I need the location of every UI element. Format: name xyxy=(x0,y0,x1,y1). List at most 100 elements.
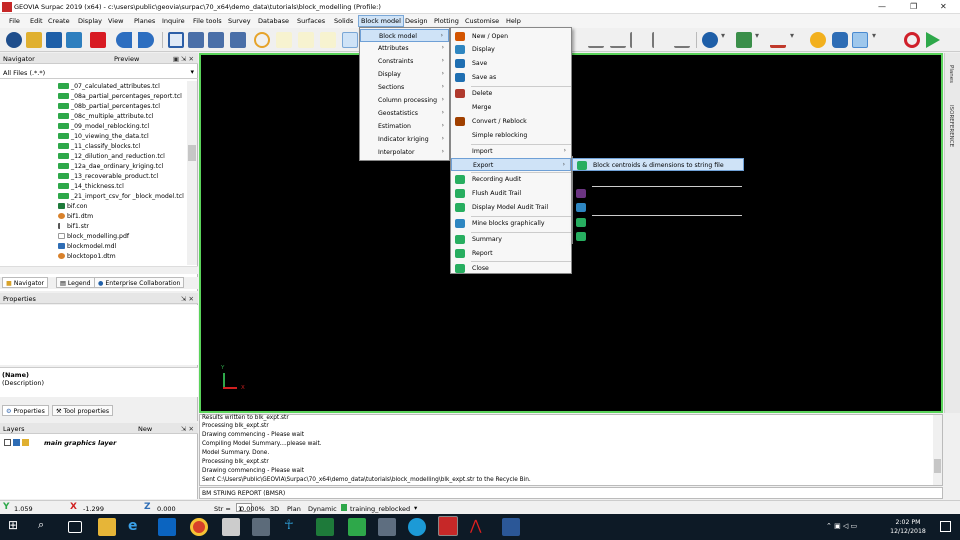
info-dropdown-icon[interactable]: ▾ xyxy=(721,31,725,40)
excel-icon[interactable] xyxy=(316,518,334,536)
menu-item-simple-reblocking[interactable]: Simple reblocking xyxy=(451,129,571,142)
menu-planes[interactable]: Planes xyxy=(134,17,155,25)
list-item[interactable]: block_modelling.pdf xyxy=(58,233,129,243)
menu-item-to-xpac[interactable]: to XPAC xyxy=(572,230,744,243)
menu-design[interactable]: Design xyxy=(405,17,427,25)
list-item[interactable]: blocktopo1.dtm xyxy=(58,253,116,263)
menu-item-merge[interactable]: Merge xyxy=(451,101,571,114)
active-tool-icon[interactable] xyxy=(342,32,358,48)
menu-item-convert-reblock[interactable]: Convert / Reblock xyxy=(451,115,571,128)
draw-polyline-icon[interactable] xyxy=(610,32,626,48)
tab-legend[interactable]: ▤ Legend xyxy=(56,277,95,288)
scrollbar-thumb[interactable] xyxy=(934,459,941,473)
tab-navigator[interactable]: ■ Navigator xyxy=(2,277,49,288)
redo-icon[interactable] xyxy=(138,32,154,48)
menu-item-display-model-audit-trail[interactable]: Display Model Audit Trail xyxy=(451,201,571,214)
panel-controls-icon[interactable]: ▣ ⇲ ✕ xyxy=(173,55,194,63)
menu-item-isosurfaces[interactable]: Isosurfaces xyxy=(572,187,744,200)
menu-surfaces[interactable]: Surfaces xyxy=(297,17,325,25)
layer-row[interactable]: main graphics layer xyxy=(2,438,196,449)
windows-start-icon[interactable]: ⊞ xyxy=(8,518,26,536)
list-item[interactable]: _09_model_reblocking.tcl xyxy=(58,123,149,133)
menu-item-recording-audit[interactable]: Recording Audit xyxy=(451,173,571,186)
view-monitor-icon[interactable] xyxy=(188,32,204,48)
rotate-monitor-icon[interactable] xyxy=(230,32,246,48)
menu-edit[interactable]: Edit xyxy=(30,17,43,25)
file-filter-dropdown[interactable]: All Files (.*.*) ▾ xyxy=(0,67,198,79)
current-layer[interactable]: training_reblocked xyxy=(350,505,410,513)
pencil-dropdown-icon[interactable]: ▾ xyxy=(790,31,794,40)
menu-item-geostatistics[interactable]: Geostatistics › xyxy=(360,107,449,120)
layer-visible-checkbox[interactable] xyxy=(4,439,11,446)
edge-icon[interactable]: e xyxy=(128,518,146,536)
menu-item-save[interactable]: Save xyxy=(451,57,571,70)
layer-dropdown-icon[interactable]: ▾ xyxy=(414,504,417,512)
list-item[interactable]: _08c_multiple_attribute.tcl xyxy=(58,113,153,123)
tab-isoreference[interactable]: ISOREFERENCE xyxy=(948,105,954,147)
menu-view[interactable]: View xyxy=(108,17,123,25)
acrobat-icon[interactable]: ⋀ xyxy=(470,518,488,536)
calculator-icon[interactable] xyxy=(222,518,240,536)
menu-file-tools[interactable]: File tools xyxy=(193,17,222,25)
layer-lock-icon[interactable] xyxy=(13,439,20,446)
menu-survey[interactable]: Survey xyxy=(228,17,251,25)
grid-icon[interactable] xyxy=(168,32,184,48)
list-item[interactable]: bif.con xyxy=(58,203,87,213)
menu-item-indicator-kriging[interactable]: Indicator kriging › xyxy=(360,133,449,146)
menu-solids[interactable]: Solids xyxy=(334,17,353,25)
save-icon[interactable] xyxy=(46,32,62,48)
menu-item-display[interactable]: Display xyxy=(451,43,571,56)
vertical-scrollbar[interactable] xyxy=(187,81,197,265)
menu-file[interactable]: File xyxy=(9,17,20,25)
list-item[interactable]: _07_calculated_attributes.tcl xyxy=(58,83,160,93)
list-item[interactable]: _08b_partial_percentages.tcl xyxy=(58,103,160,113)
draw-line-icon[interactable] xyxy=(588,32,604,48)
console-scrollbar[interactable] xyxy=(933,415,942,485)
new-layer-button[interactable]: New xyxy=(138,425,152,433)
menu-help[interactable]: Help xyxy=(506,17,521,25)
snipping-tool-icon[interactable] xyxy=(252,518,270,536)
file-tree[interactable]: _07_calculated_attributes.tcl _08a_parti… xyxy=(0,81,186,265)
camera-icon[interactable] xyxy=(736,32,752,48)
draw-segments-icon[interactable] xyxy=(630,32,646,48)
clock-time[interactable]: 2:02 PM xyxy=(890,519,926,526)
menu-plotting[interactable]: Plotting xyxy=(434,17,459,25)
lattice-dropdown-icon[interactable]: ▾ xyxy=(872,31,876,40)
tab-planes[interactable]: Planes xyxy=(948,65,954,83)
view-zx-icon[interactable] xyxy=(298,32,314,48)
open-folder-icon[interactable] xyxy=(26,32,42,48)
menu-item-close[interactable]: Close xyxy=(451,262,571,275)
menu-item-export-centroids-dimensions[interactable]: Block centroids & dimensions to string f… xyxy=(572,158,744,171)
menu-item-new-open[interactable]: New / Open xyxy=(451,30,571,43)
menu-item-report[interactable]: Report xyxy=(451,247,571,260)
restore-icon[interactable]: ❐ xyxy=(910,2,917,11)
view-3d-toggle[interactable]: 3D xyxy=(270,505,279,513)
file-explorer-icon[interactable] xyxy=(98,518,116,536)
menu-item-delete[interactable]: Delete xyxy=(451,87,571,100)
chrome-icon[interactable] xyxy=(190,518,208,536)
app-figure-icon[interactable]: ☥ xyxy=(284,518,302,536)
outlook-icon[interactable] xyxy=(158,518,176,536)
undo-icon[interactable] xyxy=(116,32,132,48)
tab-properties[interactable]: ⚙ Properties xyxy=(2,405,49,416)
target-icon[interactable] xyxy=(254,32,270,48)
menu-customise[interactable]: Customise xyxy=(465,17,499,25)
minimize-icon[interactable]: — xyxy=(878,2,886,11)
menu-item-constraints[interactable]: Constraints › xyxy=(360,55,449,68)
menu-item-flush-audit-trail[interactable]: Flush Audit Trail xyxy=(451,187,571,200)
menu-item-to-whittle[interactable]: to Whittle xyxy=(572,216,744,229)
menu-item-mine-blocks-graphically[interactable]: Mine blocks graphically xyxy=(451,217,571,230)
list-item[interactable]: _14_thickness.tcl xyxy=(58,183,124,193)
system-tray-icons[interactable]: ⌃ ▣ ◁ ▭ xyxy=(826,522,857,530)
menu-item-export[interactable]: Export › xyxy=(451,158,571,171)
app-window-icon[interactable] xyxy=(378,518,396,536)
reset-icon[interactable] xyxy=(90,32,106,48)
menu-item-display[interactable]: Display › xyxy=(360,68,449,81)
clock-date[interactable]: 12/12/2018 xyxy=(888,528,928,535)
draw-points-icon[interactable] xyxy=(674,32,690,48)
menu-item-estimation[interactable]: Estimation › xyxy=(360,120,449,133)
chevron-down-icon[interactable]: ▾ xyxy=(190,68,194,76)
menu-display[interactable]: Display xyxy=(78,17,102,25)
menu-item-column-processing[interactable]: Column processing › xyxy=(360,94,449,107)
view-zy-icon[interactable] xyxy=(320,32,336,48)
